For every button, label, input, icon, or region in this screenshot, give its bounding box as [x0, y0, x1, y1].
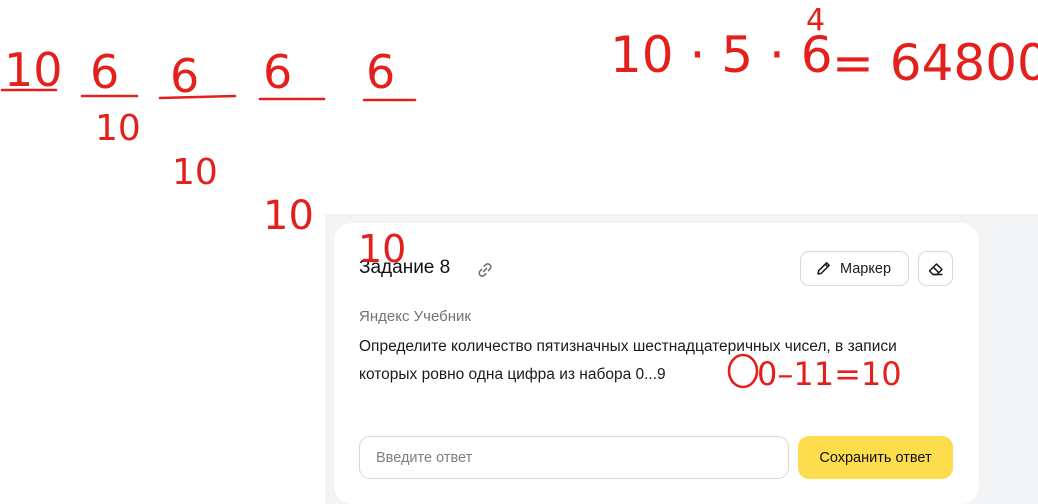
ink-denominator-1: 10	[95, 108, 141, 149]
ink-top-2: 6	[90, 45, 119, 99]
ink-top-5: 6	[366, 45, 395, 99]
ink-underline-3	[158, 94, 237, 100]
ink-denominator-2: 10	[172, 152, 218, 193]
ink-formula-exp: 4	[806, 3, 825, 38]
marker-label: Маркер	[840, 260, 892, 277]
ink-top-3: 6	[170, 49, 199, 103]
save-answer-button[interactable]: Сохранить ответ	[798, 436, 953, 479]
ink-top-4: 6	[263, 45, 292, 99]
ink-formula-left: 10 · 5 · 6	[610, 26, 833, 84]
answer-input[interactable]	[359, 436, 789, 479]
eraser-icon	[928, 262, 943, 275]
ink-denominator-3: 10	[263, 193, 314, 239]
pencil-icon	[817, 262, 830, 275]
task-question: Определите количество пятизначных шестна…	[359, 338, 897, 383]
task-source: Яндекс Учебник	[359, 308, 471, 325]
link-icon[interactable]	[476, 261, 494, 279]
ink-formula-right: = 64800	[832, 34, 1038, 92]
ink-top-1: 10	[4, 43, 63, 97]
task-title: Задание 8	[359, 257, 451, 278]
eraser-button[interactable]	[918, 251, 953, 286]
marker-button[interactable]: Маркер	[800, 251, 909, 286]
